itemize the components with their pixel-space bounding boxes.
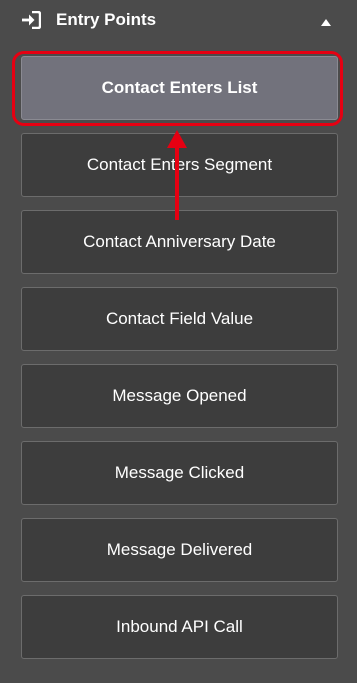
section-title: Entry Points [56, 10, 157, 29]
entry-message-opened-button[interactable]: Message Opened [21, 364, 338, 428]
entry-contact-field-value-button[interactable]: Contact Field Value [21, 287, 338, 351]
entry-message-clicked-button[interactable]: Message Clicked [21, 441, 338, 505]
entry-points-panel: Entry Points Contact Enters List Contact… [0, 0, 357, 683]
sign-in-icon [21, 10, 42, 30]
entry-contact-anniversary-date-button[interactable]: Contact Anniversary Date [21, 210, 338, 274]
entry-message-delivered-button[interactable]: Message Delivered [21, 518, 338, 582]
entry-contact-enters-segment-button[interactable]: Contact Enters Segment [21, 133, 338, 197]
entry-inbound-api-call-button[interactable]: Inbound API Call [21, 595, 338, 659]
entry-contact-enters-list-button[interactable]: Contact Enters List [21, 56, 338, 120]
entry-points-header[interactable]: Entry Points [0, 0, 357, 42]
caret-up-icon[interactable] [320, 14, 332, 26]
